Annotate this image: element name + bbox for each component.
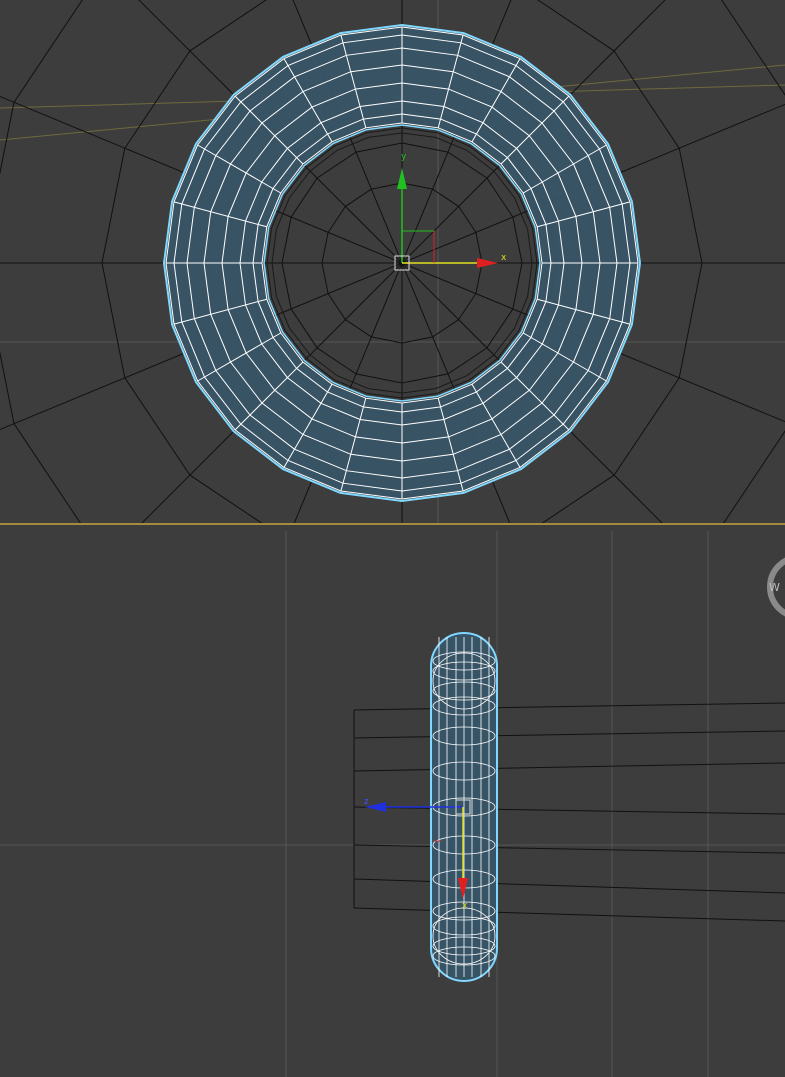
mesh-edge: [353, 844, 785, 854]
construction-grid: [0, 531, 785, 1077]
mesh-edge: [353, 762, 785, 772]
viewport-top-canvas[interactable]: y x: [0, 0, 785, 523]
viewport-side[interactable]: z x W: [0, 531, 785, 1077]
gizmo-x-label: x: [501, 253, 507, 263]
background-mesh-wireframe: [353, 702, 785, 922]
transform-gizmo-icon[interactable]: y x: [394, 152, 507, 271]
gizmo-z-label: z: [364, 797, 369, 807]
gizmo-x-arrow[interactable]: [477, 258, 498, 268]
mesh-edge: [353, 878, 785, 894]
mesh-edge: [353, 806, 785, 815]
viewport-top[interactable]: y x: [0, 0, 785, 523]
active-viewport-border: [0, 523, 785, 525]
mesh-edge: [353, 730, 785, 739]
gizmo-y-label: y: [401, 152, 407, 162]
viewport-side-canvas[interactable]: z x W: [0, 531, 785, 1077]
mesh-edge: [353, 702, 785, 711]
viewcube-direction-label: W: [769, 581, 780, 594]
mesh-edge: [353, 907, 785, 922]
gizmo-y-arrow[interactable]: [397, 168, 407, 189]
gizmo-x-label: x: [462, 901, 468, 911]
viewcube-ring-icon[interactable]: W: [767, 557, 785, 617]
